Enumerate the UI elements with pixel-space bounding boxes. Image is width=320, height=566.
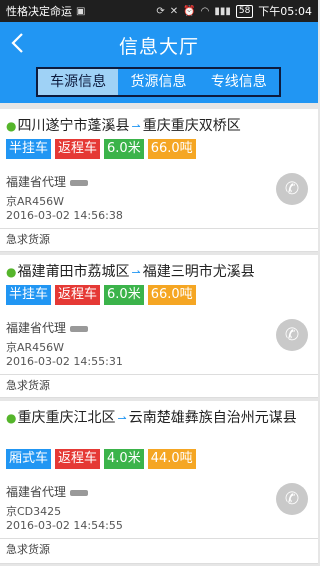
agent: 福建省代理 (6, 173, 89, 190)
plate-number: 京AR456W (6, 195, 65, 208)
timestamp: 2016-03-02 14:54:55 (6, 519, 123, 532)
tab-bar: 车源信息 货源信息 专线信息 (36, 67, 281, 97)
listing-note: 急求货源 (0, 538, 318, 561)
alarm-icon: ⏰ (183, 5, 196, 17)
listing-note: 急求货源 (0, 228, 318, 251)
destination: 云南楚雄彝族自治州元谋县 (128, 410, 297, 426)
route-arrow-icon: ⇀ (117, 412, 127, 425)
sync-icon: ⟳ (156, 5, 165, 17)
list-item[interactable]: ●四川遂宁市蓬溪县 ⇀ 重庆重庆双桥区 半挂车 返程车 6.0米 66.0吨 福建省… (0, 109, 318, 252)
masked-phone (70, 489, 89, 496)
list-item[interactable]: ●重庆重庆江北区 ⇀ 云南楚雄彝族自治州元谋县 厢式车 返程车 4.0米 44.0吨… (0, 401, 318, 564)
phone-call-button[interactable]: ✆ (276, 319, 308, 351)
page-title: 信息大厅 (118, 36, 199, 58)
route-arrow-icon: ⇀ (131, 120, 141, 133)
destination: 福建三明市尤溪县 (142, 264, 255, 280)
phone-call-button[interactable]: ✆ (276, 483, 308, 515)
route-arrow-icon: ⇀ (131, 266, 141, 279)
tag-group: 半挂车 返程车 6.0米 66.0吨 (6, 139, 196, 159)
timestamp: 2016-03-02 14:56:38 (6, 209, 123, 222)
listing-note: 急求货源 (0, 374, 318, 397)
vehicle-type-tag: 厢式车 (6, 449, 52, 469)
timestamp: 2016-03-02 14:55:31 (6, 355, 123, 368)
plate-number: 京CD3425 (6, 505, 62, 518)
battery-indicator: 58 (235, 4, 254, 18)
vehicle-type-tag: 半挂车 (6, 139, 52, 159)
agent: 福建省代理 (6, 319, 89, 336)
tab-cargo-info[interactable]: 货源信息 (118, 69, 198, 95)
tag-group: 厢式车 返程车 4.0米 44.0吨 (6, 449, 196, 469)
length-tag: 6.0米 (104, 139, 144, 159)
weight-tag: 44.0吨 (147, 449, 196, 469)
tab-vehicle-info[interactable]: 车源信息 (38, 69, 119, 95)
masked-phone (70, 179, 89, 186)
length-tag: 4.0米 (104, 449, 144, 469)
location-pin-icon: ● (6, 411, 17, 425)
trip-type-tag: 返程车 (55, 139, 101, 159)
mute-icon: ✕ (169, 5, 179, 17)
clock: 下午05:04 (258, 5, 312, 18)
app-header: 信息大厅 车源信息 货源信息 专线信息 (0, 22, 318, 103)
weight-tag: 66.0吨 (147, 139, 196, 159)
tab-route-info[interactable]: 专线信息 (199, 69, 279, 95)
trip-type-tag: 返程车 (55, 285, 101, 305)
trip-type-tag: 返程车 (55, 449, 101, 469)
masked-phone (70, 325, 89, 332)
phone-call-button[interactable]: ✆ (276, 173, 308, 205)
location-pin-icon: ● (6, 265, 17, 279)
tag-group: 半挂车 返程车 6.0米 66.0吨 (6, 285, 196, 305)
agent: 福建省代理 (6, 483, 89, 500)
origin: 四川遂宁市蓬溪县 (17, 118, 130, 134)
location-pin-icon: ● (6, 119, 17, 133)
weight-tag: 66.0吨 (147, 285, 196, 305)
route: ●四川遂宁市蓬溪县 ⇀ 重庆重庆双桥区 (6, 117, 312, 136)
route: ●福建莆田市荔城区 ⇀ 福建三明市尤溪县 (6, 263, 312, 282)
status-bar: 性格决定命运 ▣ ⟳ ✕ ⏰ ◠ ▮▮▮ 58 下午05:04 (0, 0, 318, 22)
destination: 重庆重庆双桥区 (142, 118, 241, 134)
length-tag: 6.0米 (104, 285, 144, 305)
list-item[interactable]: ●福建莆田市荔城区 ⇀ 福建三明市尤溪县 半挂车 返程车 6.0米 66.0吨 福建… (0, 255, 318, 398)
notification-text: 性格决定命运 (6, 5, 72, 18)
signal-icon: ▮▮▮ (214, 5, 231, 17)
origin: 福建莆田市荔城区 (17, 264, 130, 280)
wifi-icon: ◠ (200, 5, 210, 17)
image-notification-icon: ▣ (76, 5, 86, 17)
origin: 重庆重庆江北区 (17, 410, 116, 426)
vehicle-type-tag: 半挂车 (6, 285, 52, 305)
plate-number: 京AR456W (6, 341, 65, 354)
route: ●重庆重庆江北区 ⇀ 云南楚雄彝族自治州元谋县 (6, 409, 312, 428)
